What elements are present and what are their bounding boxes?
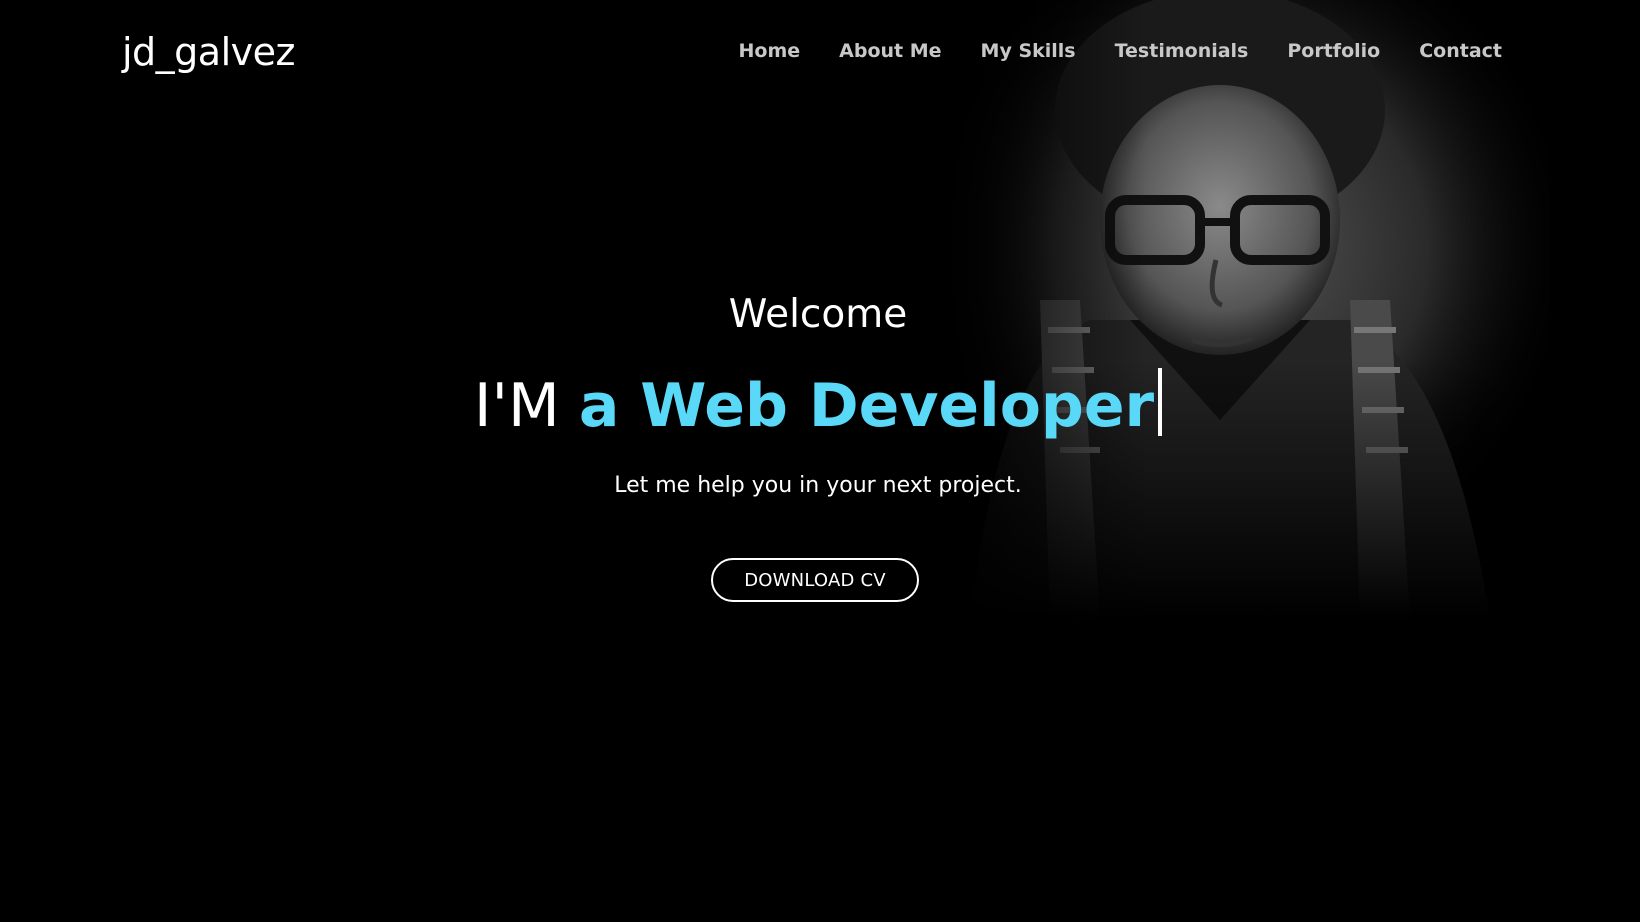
nav-item-portfolio: Portfolio	[1287, 40, 1380, 62]
nav-link-about-me[interactable]: About Me	[839, 40, 941, 62]
headline-lead: I'M	[473, 371, 579, 441]
headline-role-typed: a Web Developer	[578, 371, 1155, 441]
nav-link-testimonials[interactable]: Testimonials	[1115, 40, 1249, 62]
nav-menu: Home About Me My Skills Testimonials Por…	[739, 40, 1503, 62]
download-cv-button[interactable]: DOWNLOAD CV	[711, 558, 919, 602]
site-logo[interactable]: jd_galvez	[122, 30, 295, 74]
top-navbar: jd_galvez Home About Me My Skills Testim…	[0, 0, 1640, 104]
nav-link-portfolio[interactable]: Portfolio	[1287, 40, 1380, 62]
hero-headline: I'M a Web Developer	[0, 366, 1636, 446]
nav-link-home[interactable]: Home	[739, 40, 801, 62]
nav-item-contact: Contact	[1419, 40, 1502, 62]
hero-welcome: Welcome	[728, 292, 908, 337]
nav-item-testimonials: Testimonials	[1115, 40, 1249, 62]
hero-tagline: Let me help you in your next project.	[614, 473, 1022, 498]
nav-link-contact[interactable]: Contact	[1419, 40, 1502, 62]
nav-link-my-skills[interactable]: My Skills	[981, 40, 1076, 62]
nav-item-my-skills: My Skills	[981, 40, 1076, 62]
hero-section: jd_galvez Home About Me My Skills Testim…	[0, 0, 1640, 922]
nav-item-about-me: About Me	[839, 40, 941, 62]
nav-item-home: Home	[739, 40, 801, 62]
typing-cursor	[1158, 368, 1163, 436]
